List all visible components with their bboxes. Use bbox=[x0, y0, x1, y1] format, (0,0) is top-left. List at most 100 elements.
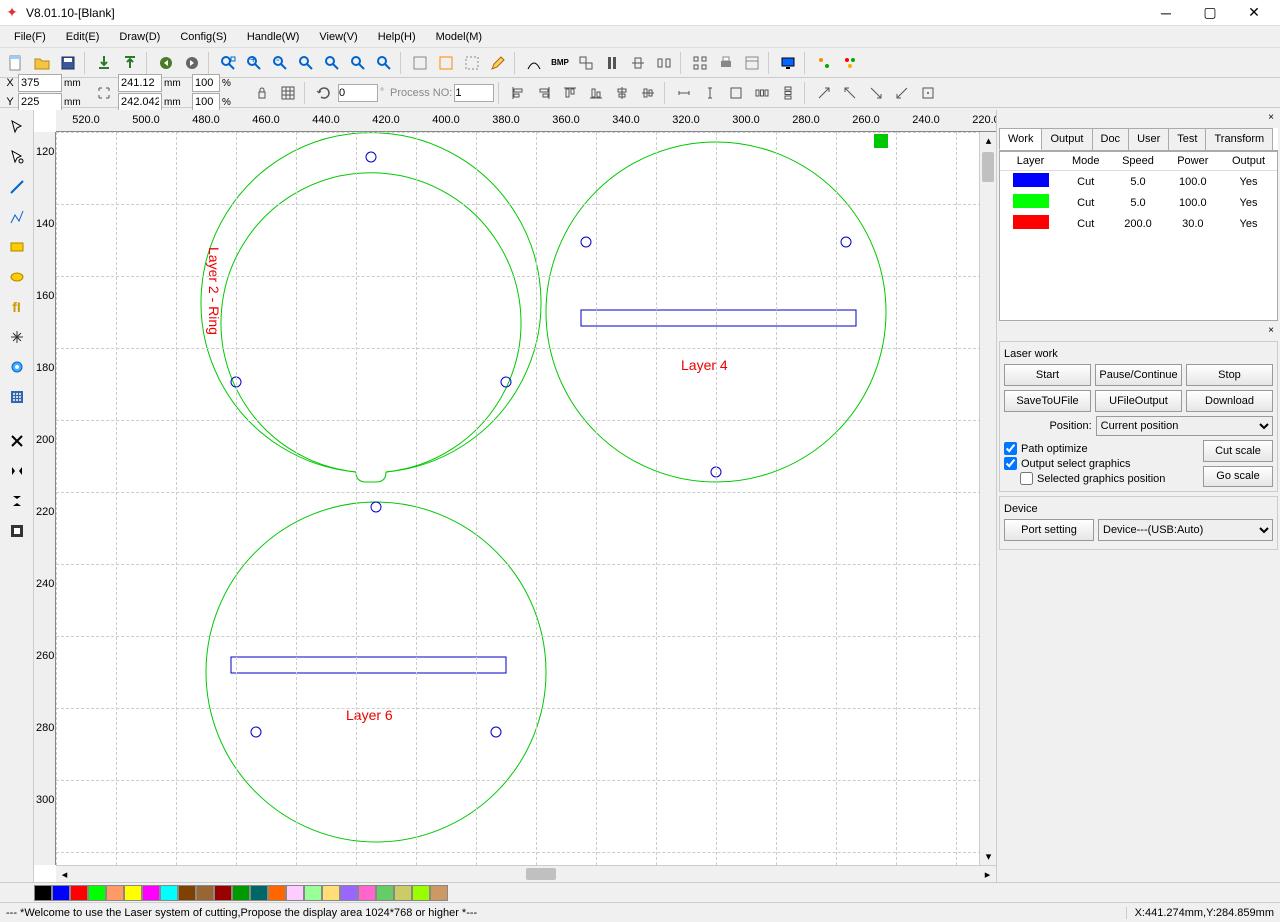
save-icon[interactable] bbox=[56, 51, 80, 75]
color-swatch[interactable] bbox=[286, 885, 304, 901]
table-row[interactable]: Cut5.0100.0Yes bbox=[1000, 192, 1277, 213]
align-vcenter-icon[interactable] bbox=[636, 81, 660, 105]
align-left-icon[interactable] bbox=[506, 81, 530, 105]
print-icon[interactable] bbox=[714, 51, 738, 75]
color-swatch[interactable] bbox=[178, 885, 196, 901]
same-height-icon[interactable] bbox=[698, 81, 722, 105]
align-bottom-icon[interactable] bbox=[584, 81, 608, 105]
color-swatch[interactable] bbox=[88, 885, 106, 901]
color-swatch[interactable] bbox=[232, 885, 250, 901]
origin-br-icon[interactable] bbox=[890, 81, 914, 105]
menu-view[interactable]: View(V) bbox=[309, 29, 367, 45]
new-file-icon[interactable] bbox=[4, 51, 28, 75]
minimize-button[interactable]: ─ bbox=[1144, 0, 1188, 26]
color-swatch[interactable] bbox=[358, 885, 376, 901]
start-button[interactable]: Start bbox=[1004, 364, 1091, 386]
align-right-icon[interactable] bbox=[532, 81, 556, 105]
color-swatch[interactable] bbox=[34, 885, 52, 901]
pause-button[interactable]: Pause/Continue bbox=[1095, 364, 1182, 386]
polyline-tool-icon[interactable] bbox=[4, 204, 30, 230]
menu-config[interactable]: Config(S) bbox=[170, 29, 236, 45]
color-swatch[interactable] bbox=[142, 885, 160, 901]
open-file-icon[interactable] bbox=[30, 51, 54, 75]
go-scale-button[interactable]: Go scale bbox=[1203, 466, 1273, 488]
origin-tl-icon[interactable] bbox=[812, 81, 836, 105]
lock-aspect-icon[interactable] bbox=[250, 81, 274, 105]
node-edit-tool-icon[interactable] bbox=[4, 144, 30, 170]
ungroup-icon[interactable] bbox=[600, 51, 624, 75]
show-speckle-icon[interactable] bbox=[434, 51, 458, 75]
scrollbar-vertical[interactable]: ▴ ▾ bbox=[979, 132, 996, 865]
export-icon[interactable] bbox=[118, 51, 142, 75]
color-swatch[interactable] bbox=[106, 885, 124, 901]
group-icon[interactable] bbox=[574, 51, 598, 75]
color-swatch[interactable] bbox=[340, 885, 358, 901]
mirror-h-icon[interactable] bbox=[4, 458, 30, 484]
position-select[interactable]: Current position bbox=[1096, 416, 1273, 436]
text-tool-icon[interactable]: fI bbox=[4, 294, 30, 320]
align-top-icon[interactable] bbox=[558, 81, 582, 105]
color-swatch[interactable] bbox=[394, 885, 412, 901]
color-swatch[interactable] bbox=[196, 885, 214, 901]
color-swatch[interactable] bbox=[70, 885, 88, 901]
ellipse-tool-icon[interactable] bbox=[4, 264, 30, 290]
color-swatch[interactable] bbox=[268, 885, 286, 901]
device-select[interactable]: Device---(USB:Auto) bbox=[1098, 519, 1273, 541]
scale-y-input[interactable] bbox=[192, 93, 220, 111]
menu-handle[interactable]: Handle(W) bbox=[237, 29, 310, 45]
x-input[interactable] bbox=[18, 74, 62, 92]
maximize-button[interactable]: ▢ bbox=[1188, 0, 1232, 26]
dist-h-icon[interactable] bbox=[750, 81, 774, 105]
undo-icon[interactable] bbox=[154, 51, 178, 75]
y-input[interactable] bbox=[18, 93, 62, 111]
zoom-select-icon[interactable] bbox=[346, 51, 370, 75]
color-swatch[interactable] bbox=[412, 885, 430, 901]
zoom-window-icon[interactable] bbox=[294, 51, 318, 75]
menu-draw[interactable]: Draw(D) bbox=[109, 29, 170, 45]
pencil-icon[interactable] bbox=[486, 51, 510, 75]
align-center-icon[interactable] bbox=[4, 518, 30, 544]
zoom-in-icon[interactable]: + bbox=[242, 51, 266, 75]
save-ufile-button[interactable]: SaveToUFile bbox=[1004, 390, 1091, 412]
align-tool-icon[interactable] bbox=[626, 51, 650, 75]
nest2-icon[interactable] bbox=[838, 51, 862, 75]
height-input[interactable] bbox=[118, 93, 162, 111]
origin-bl-icon[interactable] bbox=[864, 81, 888, 105]
tab-user[interactable]: User bbox=[1128, 128, 1169, 150]
menu-edit[interactable]: Edit(E) bbox=[56, 29, 110, 45]
port-setting-button[interactable]: Port setting bbox=[1004, 519, 1094, 541]
color-swatch[interactable] bbox=[430, 885, 448, 901]
origin-tr-icon[interactable] bbox=[838, 81, 862, 105]
curve-icon[interactable] bbox=[522, 51, 546, 75]
table-row[interactable]: Cut5.0100.0Yes bbox=[1000, 171, 1277, 193]
mirror-v-icon[interactable] bbox=[4, 488, 30, 514]
table-row[interactable]: Cut200.030.0Yes bbox=[1000, 213, 1277, 234]
bmp-icon[interactable]: BMP bbox=[548, 51, 572, 75]
distribute-icon[interactable] bbox=[652, 51, 676, 75]
tab-doc[interactable]: Doc bbox=[1092, 128, 1130, 150]
anchor-grid-icon[interactable] bbox=[276, 81, 300, 105]
origin-center-icon[interactable] bbox=[916, 81, 940, 105]
close-button[interactable]: ✕ bbox=[1232, 0, 1276, 26]
rotate-icon[interactable] bbox=[312, 81, 336, 105]
panel-close-icon[interactable]: × bbox=[999, 112, 1278, 124]
zoom-all-icon[interactable] bbox=[320, 51, 344, 75]
redo-icon[interactable] bbox=[180, 51, 204, 75]
canvas[interactable]: Layer 2 - Ring Layer 4 Layer 6 bbox=[56, 132, 996, 865]
point-tool-icon[interactable] bbox=[4, 324, 30, 350]
color-swatch[interactable] bbox=[322, 885, 340, 901]
same-width-icon[interactable] bbox=[672, 81, 696, 105]
capture-tool-icon[interactable] bbox=[4, 354, 30, 380]
monitor-icon[interactable] bbox=[776, 51, 800, 75]
same-size-icon[interactable] bbox=[724, 81, 748, 105]
color-swatch[interactable] bbox=[376, 885, 394, 901]
zoom-fit-icon[interactable] bbox=[216, 51, 240, 75]
path-optimize-checkbox[interactable] bbox=[1004, 442, 1017, 455]
selected-graphics-pos-checkbox[interactable] bbox=[1020, 472, 1033, 485]
close-shape-icon[interactable] bbox=[4, 428, 30, 454]
pan-icon[interactable] bbox=[372, 51, 396, 75]
panel-close-icon-2[interactable]: × bbox=[999, 325, 1278, 337]
preview-icon[interactable] bbox=[460, 51, 484, 75]
layer-icon[interactable] bbox=[740, 51, 764, 75]
tab-test[interactable]: Test bbox=[1168, 128, 1206, 150]
